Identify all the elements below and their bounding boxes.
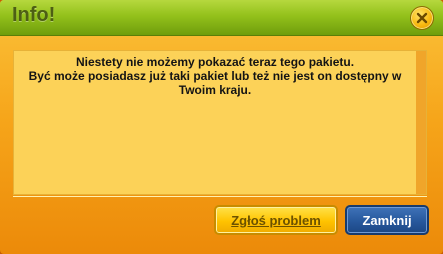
message-line-2: Być może posiadasz już taki pakiet lub t… [28,69,402,83]
dialog-title: Info! [12,4,56,26]
close-button[interactable]: Zamknij [345,205,429,235]
report-problem-button[interactable]: Zgłoś problem [214,205,338,235]
message-text: Niestety nie możemy pokazać teraz tego p… [14,55,416,97]
panel-scrollbar[interactable] [416,51,426,194]
close-x-glyph [416,12,428,24]
message-line-3: Twoim kraju. [178,83,252,97]
close-icon[interactable] [410,6,434,30]
footer-divider [13,196,427,197]
message-panel: Niestety nie możemy pokazać teraz tego p… [13,50,427,195]
message-line-1: Niestety nie możemy pokazać teraz tego p… [75,55,355,69]
info-dialog: Info! Niestety nie możemy pokazać teraz … [0,0,443,254]
dialog-titlebar: Info! [0,0,443,36]
